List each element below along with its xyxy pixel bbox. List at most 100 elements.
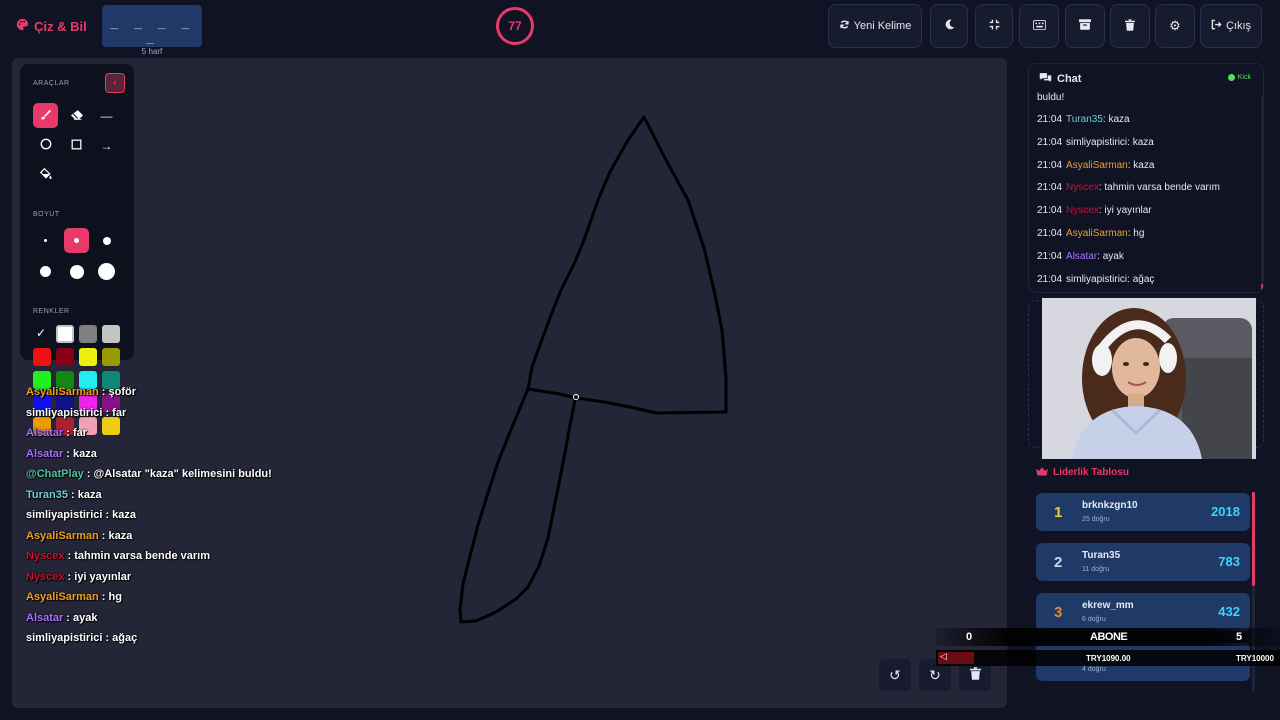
overlay-chat-line: Alsatar: ayak [26,612,98,624]
chat-top-fragment: buldu! [1037,92,1065,103]
line-tool[interactable]: — [94,103,119,128]
chat-message: 21:04 AsyaliSarman: hg [1037,228,1144,239]
crown-icon [1036,466,1048,479]
overlay-chat-text: : far [66,427,88,439]
chat-text: : hg [1127,228,1145,239]
overlay-chat-text: : kaza [101,530,133,542]
chat-user: Nyscex [1066,182,1099,194]
platform-name: Kick [1237,74,1251,81]
color-swatch[interactable]: ✓ [33,325,51,343]
overlay-chat-line: Nyscex: iyi yayınlar [26,571,131,583]
chat-text: : ayak [1097,250,1124,262]
overlay-chat-text: : kaza [70,489,102,501]
eraser-icon [70,109,83,123]
size-1-button[interactable] [33,228,58,253]
leaderboard-correct-count: 6 doğru [1082,616,1106,623]
chat-text: : kaza [1127,136,1154,148]
leaderboard-row: 2 Turan35 11 doğru 783 [1036,543,1250,581]
chat-text: : kaza [1102,114,1130,125]
chat-message: 21:04 Turan35: kaza [1037,114,1130,125]
size-6-button[interactable] [94,259,119,284]
color-swatch[interactable] [33,348,51,366]
chat-time: 21:04 [1037,136,1063,148]
chat-message: 21:04 Nyscex: tahmin varsa bende varım [1037,182,1220,193]
chat-message: 21:04 Nyscex: iyi yayınlar [1037,205,1152,216]
overlay-chat-line: AsyaliSarman: hg [26,591,122,603]
rectangle-tool[interactable] [64,133,89,158]
size-5-button[interactable] [64,259,89,284]
overlay-chat-user: Nyscex [26,550,65,562]
leaderboard-score: 432 [1218,604,1240,619]
chat-time: 21:04 [1037,228,1063,239]
leaderboard-scroll-thumb[interactable] [1252,492,1255,586]
chat-text: : kaza [1127,159,1155,171]
undo-icon: ↺ [889,666,901,683]
overlay-chat-line: Nyscex: tahmin varsa bende varım [26,550,210,562]
overlay-chat-user: simliyapistirici [26,632,103,644]
size-dot [98,263,115,280]
chat-time: 21:04 [1037,182,1063,194]
overlay-chat-user: Alsatar [26,427,64,439]
overlay-chat-text: : iyi yayınlar [67,571,132,583]
chat-user: simliyapistirici [1066,273,1128,285]
leaderboard-score: 2018 [1211,504,1240,519]
overlay-chat-user: Alsatar [26,612,64,624]
leaderboard-name: brknkzgn10 [1082,500,1138,511]
color-swatch[interactable] [56,325,74,343]
leaderboard-title: Liderlik Tablosu [1053,467,1129,478]
circle-tool[interactable] [33,133,58,158]
leaderboard-name: ekrew_mm [1082,600,1134,611]
overlay-chat-user: AsyaliSarman [26,591,99,603]
size-2-button[interactable] [64,228,89,253]
undo-button[interactable]: ↺ [879,659,911,691]
size-3-button[interactable] [94,228,119,253]
eraser-tool[interactable] [64,103,89,128]
arrow-tool[interactable]: → [94,133,119,158]
size-dot [40,266,51,277]
collapse-panel-button[interactable]: ‹ [105,73,125,93]
chat-time: 21:04 [1037,114,1063,125]
color-swatch[interactable] [56,348,74,366]
redo-icon: ↻ [929,666,941,683]
goal-right-count: 5 [1236,631,1243,643]
chat-text: : tahmin varsa bende varım [1098,182,1220,194]
overlay-chat-text: : tahmin varsa bende varım [67,550,210,562]
goal-left-count: 0 [966,631,973,643]
chat-text: : iyi yayınlar [1098,205,1152,217]
overlay-chat-user: AsyaliSarman [26,386,99,398]
brush-tool[interactable] [33,103,58,128]
comments-icon [1039,72,1052,86]
leaderboard-rank: 3 [1054,604,1063,621]
chat-scroll-track[interactable] [1261,96,1263,292]
color-swatch[interactable] [79,348,97,366]
overlay-chat-text: : @Alsatar "kaza" kelimesini buldu! [86,468,272,480]
webcam-video [1042,298,1256,459]
chevron-left-icon: ‹ [113,77,117,89]
volume-icon: ◁ [940,651,947,661]
color-swatch[interactable] [102,348,120,366]
chat-user: AsyaliSarman [1066,228,1128,239]
color-swatch[interactable] [79,325,97,343]
color-swatch[interactable] [102,325,120,343]
size-4-button[interactable] [33,259,58,284]
overlay-chat-text: : far [105,407,127,419]
leaderboard-row: 3 ekrew_mm 6 doğru 432 [1036,593,1250,631]
overlay-chat-user: Nyscex [26,571,65,583]
leaderboard-rank: 1 [1054,504,1063,521]
streamer-image [1042,298,1256,459]
overlay-chat-text: : kaza [105,509,137,521]
leaderboard-correct-count: 25 doğru [1082,516,1110,523]
fill-tool[interactable] [33,163,58,188]
overlay-chat-line: AsyaliSarman: şoför [26,386,136,398]
circle-icon [40,138,52,153]
overlay-chat-user: Turan35 [26,489,68,501]
color-swatch[interactable] [102,417,120,435]
chat-user: AsyaliSarman [1066,159,1128,171]
trash-icon [969,667,981,683]
check-icon: ✓ [36,326,47,340]
overlay-chat-user: AsyaliSarman [26,530,99,542]
overlay-chat-user: simliyapistirici [26,509,103,521]
chat-time: 21:04 [1037,159,1063,171]
size-heading: BOYUT [33,211,60,218]
overlay-chat-line: simliyapistirici: ağaç [26,632,137,644]
